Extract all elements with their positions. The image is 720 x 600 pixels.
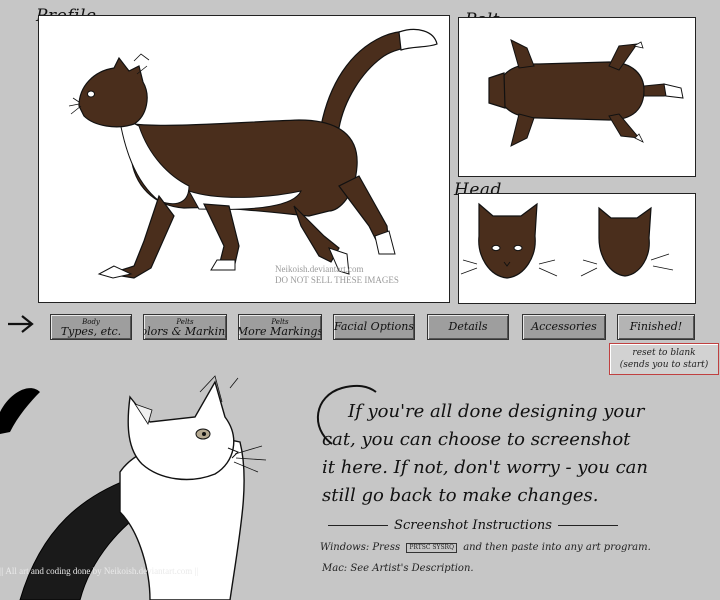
reset-button[interactable]: reset to blank (sends you to start) — [609, 343, 719, 375]
head-panel — [458, 193, 696, 304]
message-line-1: If you're all done designing your — [348, 401, 645, 422]
reset-label: reset to blank — [632, 348, 696, 358]
watermark-site: Neikoish.deviantart.com — [275, 264, 364, 274]
tab-colors-markings[interactable]: PeltsColors & Markings — [143, 314, 227, 340]
profile-panel: Neikoish.deviantart.com DO NOT SELL THES… — [38, 15, 450, 303]
tab-details[interactable]: Details — [427, 314, 509, 340]
message-line-3: it here. If not, don't worry - you can — [322, 457, 648, 478]
arrow-right-icon — [8, 315, 34, 333]
tab-finished-label: Finished! — [629, 320, 683, 333]
tab-facial-options-label: Facial Options — [333, 320, 415, 333]
instructions-rule-left — [328, 525, 389, 526]
pelt-panel — [458, 17, 696, 177]
mac-instructions: Mac: See Artist's Description. — [322, 563, 474, 574]
profile-watermark: Neikoish.deviantart.com DO NOT SELL THES… — [275, 264, 399, 286]
tab-body-types-label: Types, etc. — [60, 325, 122, 338]
tab-body-types[interactable]: Body Types, etc. — [50, 314, 132, 340]
windows-text-b: and then paste into any art program. — [463, 542, 651, 553]
mac-label: Mac: — [322, 563, 348, 574]
windows-text-a: Press — [372, 542, 401, 553]
tab-more-markings-label: More Markings — [238, 325, 322, 338]
instructions-title: Screenshot Instructions — [328, 518, 619, 533]
profile-cat-image — [68, 28, 438, 279]
finish-message: If you're all done designing your cat, y… — [322, 398, 712, 510]
message-line-2: cat, you can choose to screenshot — [322, 429, 631, 450]
credits-footer: || All art and coding done by Neikoish.d… — [0, 566, 199, 576]
tab-accessories[interactable]: Accessories — [522, 314, 606, 340]
message-line-4: still go back to make changes. — [322, 485, 599, 506]
pelt-cat-image — [488, 39, 684, 147]
instructions-rule-right — [557, 525, 619, 526]
mac-text: See Artist's Description. — [350, 563, 474, 574]
head-cat-image — [460, 202, 674, 279]
tab-more-markings[interactable]: Pelts More Markings — [238, 314, 322, 340]
tab-facial-options[interactable]: Facial Options — [333, 314, 415, 340]
windows-instructions: Windows: Press PRTSC SYSRQ and then past… — [320, 542, 651, 553]
tab-finished[interactable]: Finished! — [617, 314, 695, 340]
tab-accessories-label: Accessories — [531, 320, 597, 333]
print-screen-key: PRTSC SYSRQ — [406, 542, 457, 553]
tab-colors-markings-label: Colors & Markings — [144, 325, 226, 338]
watermark-notice: DO NOT SELL THESE IMAGES — [275, 275, 399, 285]
windows-label: Windows: — [320, 542, 370, 553]
tab-details-label: Details — [448, 320, 488, 333]
reset-sublabel: (sends you to start) — [619, 360, 709, 370]
instructions-heading: Screenshot Instructions — [394, 518, 552, 533]
